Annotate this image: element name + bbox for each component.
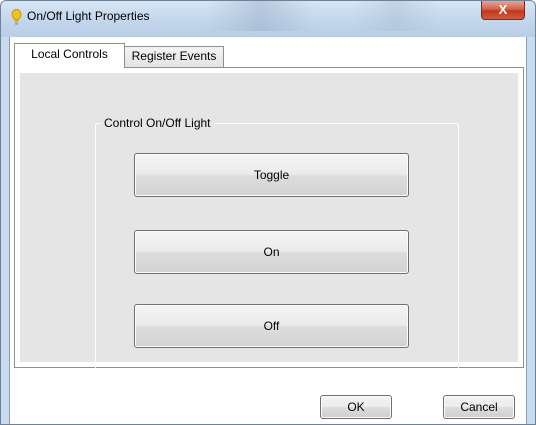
dialog-client-area: Local Controls Register Events Control O… — [9, 37, 527, 424]
title-bar-reflection — [206, 1, 316, 31]
dialog-window: On/Off Light Properties X Local Controls… — [0, 0, 536, 425]
button-label: OK — [347, 400, 365, 414]
cancel-button[interactable]: Cancel — [443, 395, 515, 419]
group-box-label: Control On/Off Light — [101, 116, 214, 130]
title-bar[interactable]: On/Off Light Properties X — [1, 1, 535, 37]
on-button[interactable]: On — [134, 230, 409, 274]
tab-panel-local-controls: Control On/Off Light Toggle On Off — [14, 67, 524, 374]
title-bar-reflection — [351, 1, 441, 31]
button-label: Toggle — [253, 168, 290, 182]
button-label: Off — [263, 319, 280, 333]
button-label: On — [263, 245, 280, 259]
tab-local-controls[interactable]: Local Controls — [14, 43, 125, 68]
tab-label: Register Events — [131, 49, 217, 63]
lightbulb-icon — [11, 9, 22, 25]
close-button[interactable]: X — [481, 1, 525, 20]
control-group-box: Control On/Off Light Toggle On Off — [95, 116, 459, 374]
close-icon: X — [498, 2, 508, 17]
toggle-button[interactable]: Toggle — [134, 153, 409, 197]
off-button[interactable]: Off — [134, 304, 409, 348]
tab-label: Local Controls — [31, 47, 108, 61]
tab-content: Control On/Off Light Toggle On Off — [20, 73, 518, 374]
tab-register-events[interactable]: Register Events — [124, 46, 224, 68]
button-label: Cancel — [460, 400, 498, 414]
window-title: On/Off Light Properties — [27, 9, 150, 23]
ok-button[interactable]: OK — [320, 395, 392, 419]
